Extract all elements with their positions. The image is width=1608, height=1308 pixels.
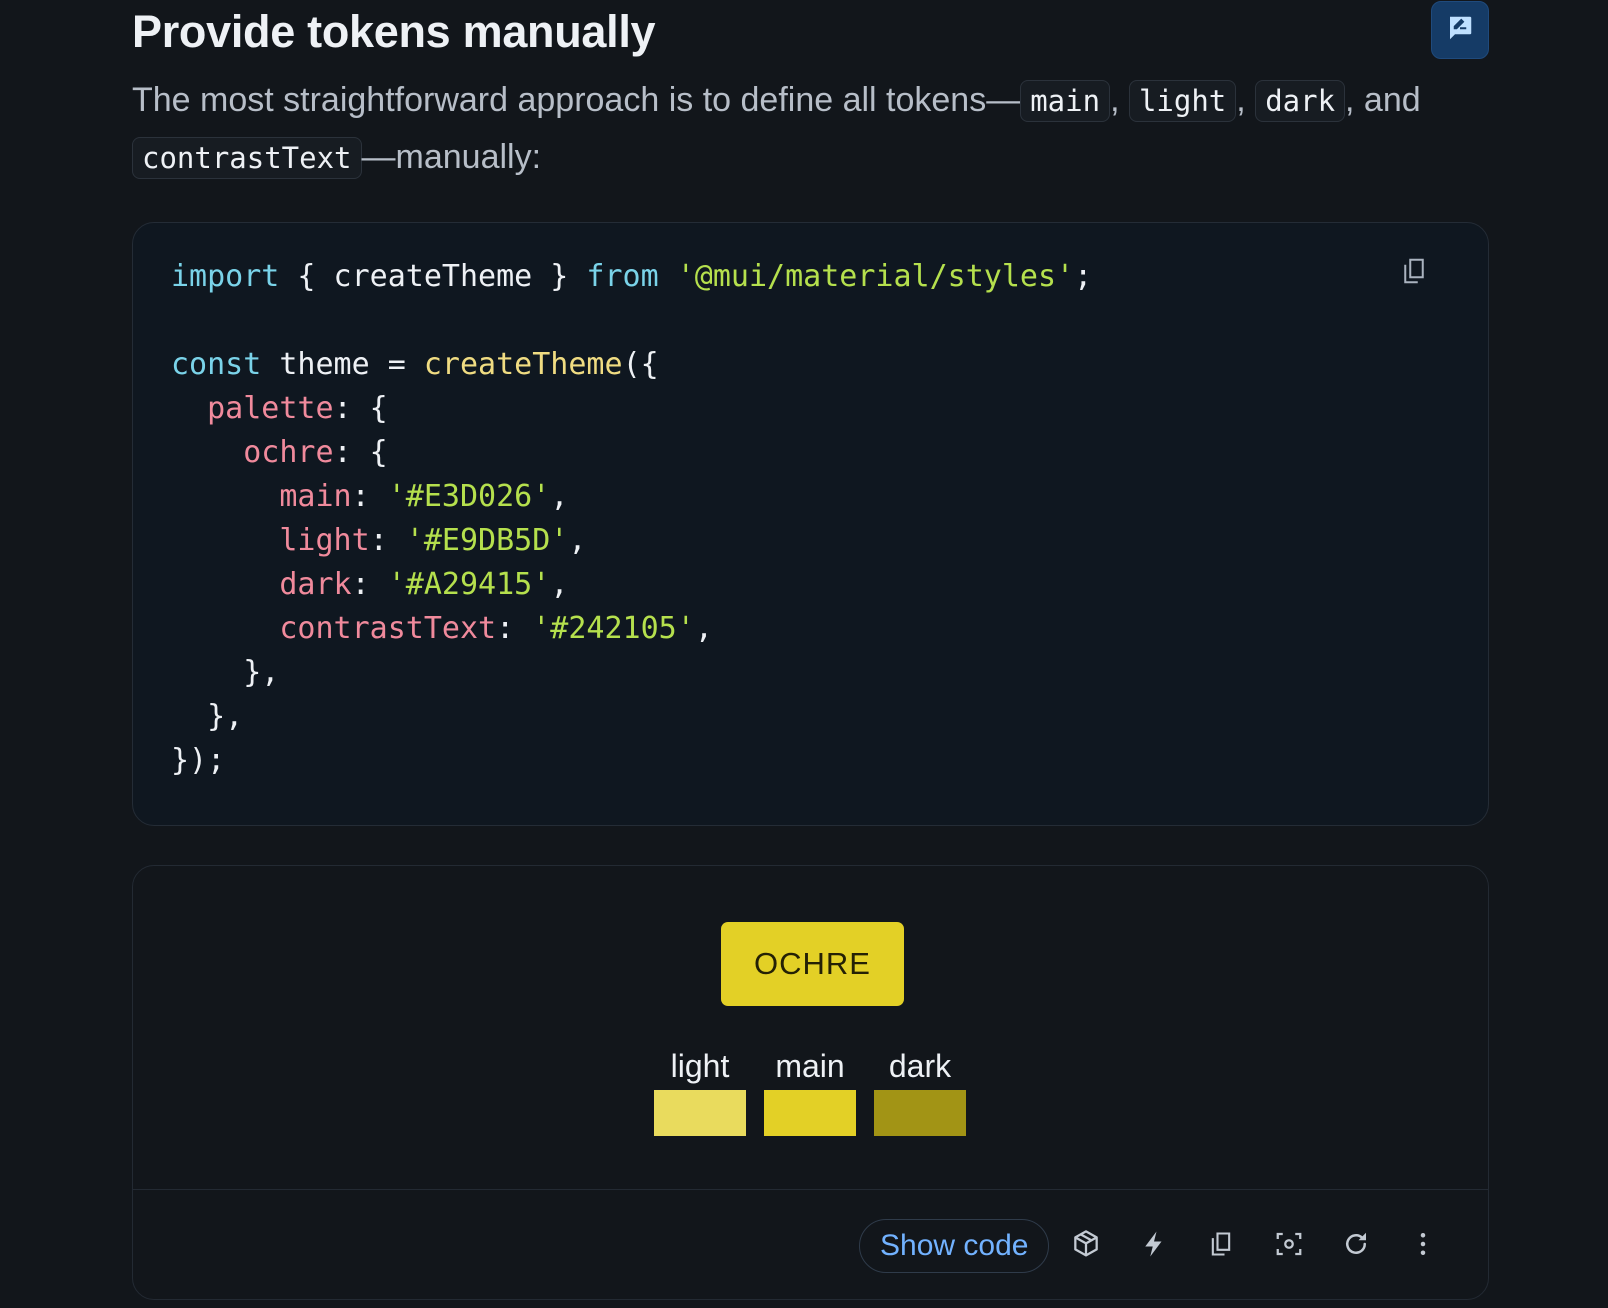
swatch-main: main bbox=[764, 1044, 856, 1136]
intro-sep-1: , bbox=[1110, 81, 1129, 119]
code-string: '@mui/material/styles' bbox=[676, 259, 1075, 294]
swatch-label: main bbox=[775, 1048, 845, 1084]
token-contrast-text: contrastText bbox=[132, 137, 362, 179]
code-text: : { bbox=[333, 435, 388, 470]
code-text: : bbox=[369, 523, 406, 558]
reset-demo-button[interactable] bbox=[1338, 1228, 1374, 1264]
codesandbox-icon bbox=[1070, 1228, 1102, 1265]
code-content: import { createTheme } from '@mui/materi… bbox=[171, 255, 1092, 783]
code-property: main bbox=[279, 479, 352, 514]
swatch-dark: dark bbox=[874, 1044, 966, 1136]
code-text: : bbox=[351, 479, 388, 514]
show-code-button[interactable]: Show code bbox=[859, 1219, 1050, 1273]
ochre-button[interactable]: OCHRE bbox=[721, 922, 904, 1006]
code-text: , bbox=[694, 611, 713, 646]
code-text: ({ bbox=[622, 347, 659, 382]
code-text: : bbox=[351, 567, 388, 602]
code-function: createTheme bbox=[423, 347, 623, 382]
demo-container: OCHRE light main dark Show code bbox=[132, 865, 1489, 1300]
copy-source-button[interactable] bbox=[1203, 1228, 1239, 1264]
more-vert-icon bbox=[1408, 1229, 1438, 1264]
code-text: , bbox=[550, 567, 569, 602]
code-text: { createTheme } bbox=[279, 259, 587, 294]
swatch-color-box bbox=[764, 1090, 856, 1136]
code-property: light bbox=[279, 523, 370, 558]
code-keyword: import bbox=[171, 259, 280, 294]
swatch-label: light bbox=[670, 1048, 730, 1084]
intro-sep-2: , bbox=[1236, 81, 1256, 119]
token-dark: dark bbox=[1255, 80, 1346, 122]
reset-focus-button[interactable] bbox=[1271, 1228, 1307, 1264]
swatch-color-box bbox=[874, 1090, 966, 1136]
stackblitz-button[interactable] bbox=[1136, 1228, 1172, 1264]
refresh-icon bbox=[1341, 1229, 1371, 1264]
copy-icon bbox=[1207, 1230, 1235, 1263]
stackblitz-bolt-icon bbox=[1139, 1229, 1169, 1264]
code-property: palette bbox=[207, 391, 334, 426]
code-string: '#E9DB5D' bbox=[405, 523, 569, 558]
code-keyword: const bbox=[171, 347, 262, 382]
code-text: , bbox=[550, 479, 569, 514]
codesandbox-button[interactable] bbox=[1068, 1228, 1104, 1264]
code-block: import { createTheme } from '@mui/materi… bbox=[132, 222, 1489, 826]
code-property: dark bbox=[279, 567, 352, 602]
feedback-button[interactable] bbox=[1431, 1, 1489, 59]
feedback-edit-icon bbox=[1445, 13, 1475, 48]
intro-text-1: The most straightforward approach is to … bbox=[132, 81, 1021, 119]
swatch-row: light main dark bbox=[654, 1044, 966, 1136]
swatch-label: dark bbox=[888, 1048, 952, 1084]
token-main: main bbox=[1020, 80, 1111, 122]
code-text: theme = bbox=[261, 347, 424, 382]
code-text: }, bbox=[171, 655, 280, 690]
code-text: }, bbox=[171, 699, 244, 734]
code-text: : bbox=[496, 611, 533, 646]
code-string: '#A29415' bbox=[387, 567, 551, 602]
more-options-button[interactable] bbox=[1405, 1228, 1441, 1264]
copy-code-button[interactable] bbox=[1396, 255, 1432, 291]
focus-screenshot-icon bbox=[1274, 1229, 1304, 1264]
code-string: '#242105' bbox=[532, 611, 695, 646]
code-text: , bbox=[568, 523, 587, 558]
demo-toolbar: Show code bbox=[133, 1189, 1488, 1300]
intro-paragraph: The most straightforward approach is to … bbox=[132, 72, 1462, 186]
code-property: ochre bbox=[243, 435, 334, 470]
code-text: ; bbox=[1074, 259, 1093, 294]
code-text: }); bbox=[171, 743, 226, 778]
intro-text-2: , and bbox=[1345, 81, 1421, 119]
code-keyword: from bbox=[586, 259, 659, 294]
intro-text-3: —manually: bbox=[361, 138, 542, 176]
section-heading: Provide tokens manually bbox=[132, 6, 656, 57]
swatch-light: light bbox=[654, 1044, 746, 1136]
code-string: '#E3D026' bbox=[387, 479, 551, 514]
token-light: light bbox=[1128, 80, 1237, 122]
swatch-color-box bbox=[654, 1090, 746, 1136]
copy-icon bbox=[1399, 256, 1429, 291]
code-property: contrastText bbox=[279, 611, 497, 646]
code-text: : { bbox=[333, 391, 388, 426]
